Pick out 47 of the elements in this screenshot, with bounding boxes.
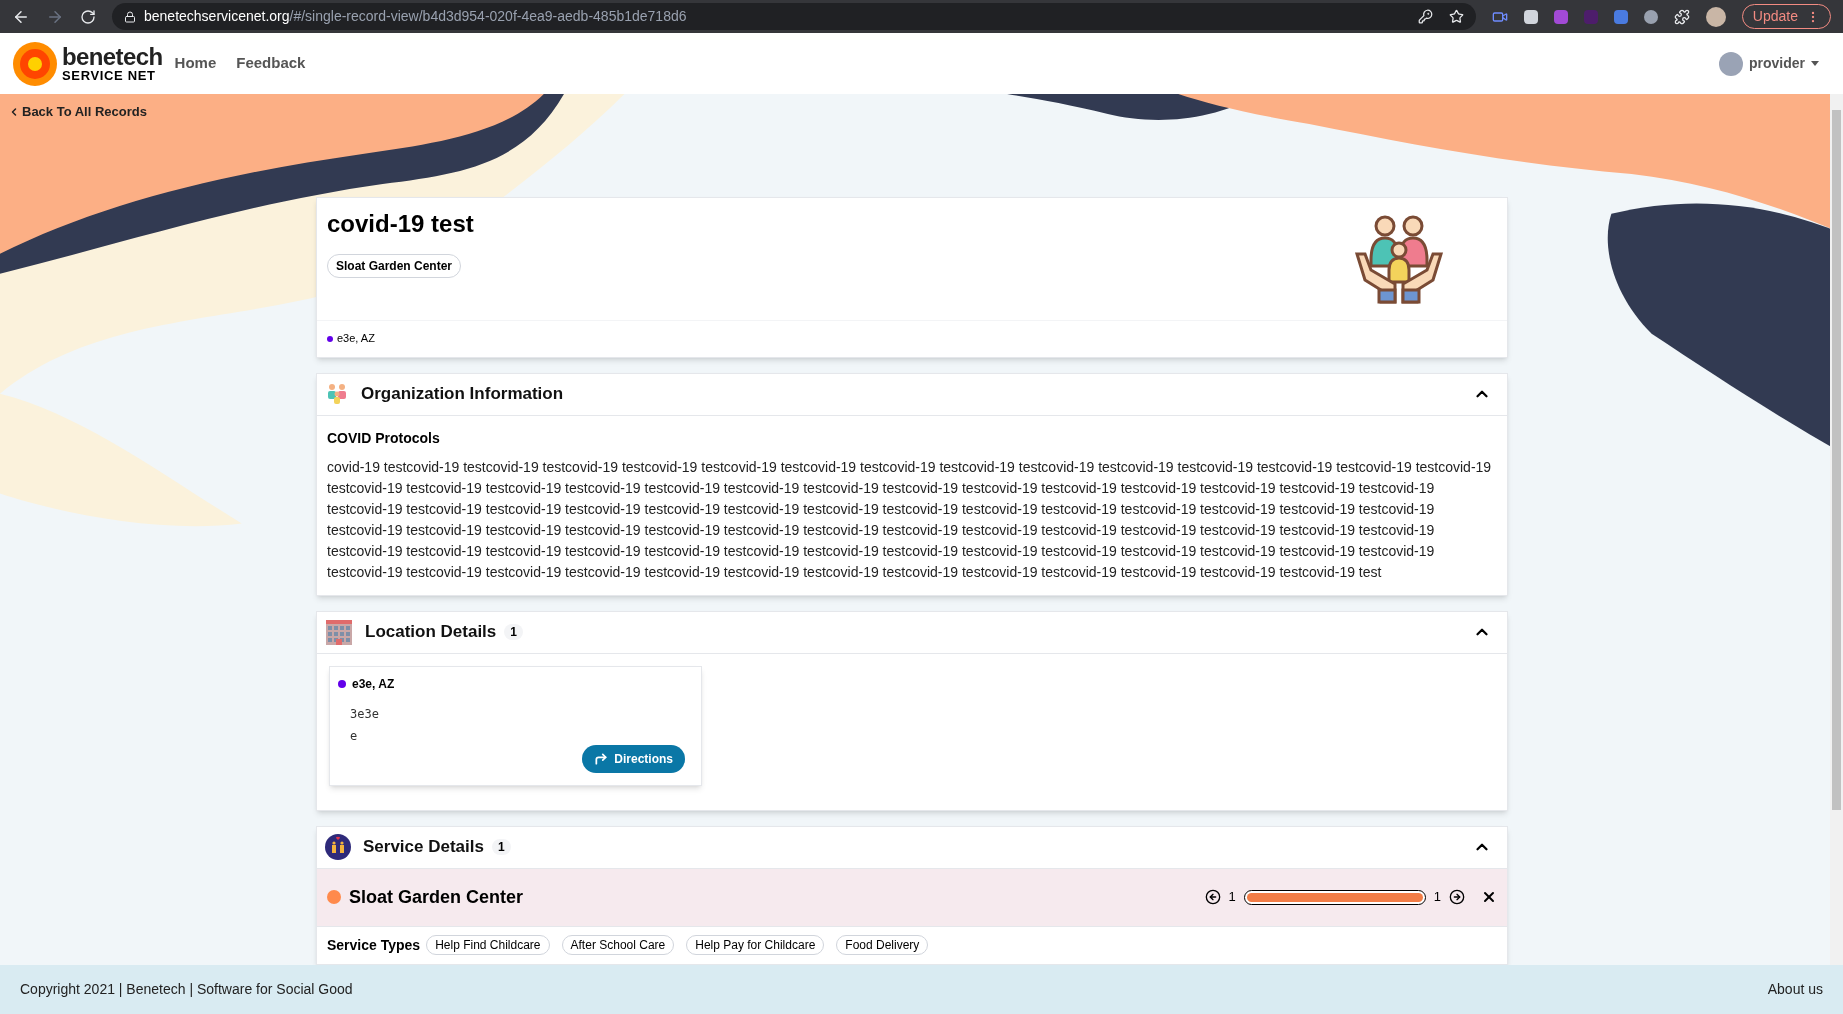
reload-icon[interactable] (80, 8, 96, 25)
location-name: e3e, AZ (352, 675, 395, 693)
caret-icon (1811, 61, 1819, 66)
address-line: e (350, 727, 359, 745)
service-name: Sloat Garden Center (349, 885, 524, 909)
about-link[interactable]: About us (1767, 979, 1823, 1000)
page-number: 1 (1228, 888, 1236, 907)
previous-icon[interactable] (1204, 889, 1221, 905)
field-label: Service Types (327, 935, 421, 955)
building-icon (325, 619, 353, 645)
close-icon[interactable] (1481, 889, 1497, 905)
nav-link[interactable]: Home (174, 52, 217, 75)
family-circle-icon (325, 834, 351, 860)
logo-icon (12, 40, 58, 87)
key-icon (1417, 9, 1433, 24)
copyright-text: Copyright 2021 | Benetech | Software for Social Good (20, 980, 353, 999)
logo-wordmark: benetech (62, 45, 163, 69)
directions-button[interactable]: Directions (582, 744, 685, 773)
page-total: 1 (1433, 888, 1441, 907)
people-group-icon (325, 382, 349, 406)
location-label: e3e, AZ (337, 331, 375, 347)
record-title: covid-19 test (327, 208, 474, 239)
url-path: /#/single-record-view/b4d3d954-020f-4ea9-aedb-485b1de718d6 (289, 7, 687, 26)
field-text: covid-19 testcovid-19 testcovid-19 testcovid-19 testcovid-19 testcovid-19 testcovid-19 testcovid-19 testcovid-19 testcovid-19 testcovid-19 testcovid-19 testcovid-19 testcovid-19 testcovid-19 testcovid-19 testcovid-19 testcovid-19 testcovid-19 testcovid-19 testcovid-19 testcovid-19 testcovid-19 testcovid-19 testcovid-19 testcovid-19 testcovid-19 testcovid-19 testcovid-19 testcovid-19 testcovid-19 testcovid-19 testcovid-19 testcovid-19 testcovid-19 testcovid-19 testcovid-19 testcovid-19 testcovid-19 testcovid-19 testcovid-19 testcovid-19 testcovid-19 testcovid-19 testcovid-19 testcovid-19 testcovid-19 testcovid-19 testcovid-19 testcovid-19 testcovid-19 testcovid-19 testcovid-19 testcovid-19 testcovid-19 testcovid-19 testcovid-19 testcovid-19 testcovid-19 testcovid-19 testcovid-19 testcovid-19 testcovid-19 testcovid-19 testcovid-19 testcovid-19 testcovid-19 testcovid-19 testcovid-19 testcovid-19 testcovid-19 testcovid-19 testcovid-19 testcovid-19 testcovid-19 testcovid-19 testcovid-19 testcovid-19 testcovid-19 testcovid-19 testcovid-19 testcovid-19 testcovid-19 testcovid-19 test (327, 457, 1493, 582)
address-bar[interactable]: benetechservicenet.org/#/single-record-view/b4d3d954-020f-4ea9-aedb-485b1de718d6 (112, 3, 1476, 30)
scrollbar[interactable] (1830, 94, 1843, 965)
url-host: benetechservicenet.org (144, 7, 290, 26)
nav-link[interactable]: Feedback (236, 52, 306, 75)
logo-subtitle: SERVICE NET (62, 69, 157, 82)
address-line: 3e3e (350, 705, 380, 723)
next-icon[interactable] (1449, 889, 1465, 905)
section-title: Service Details (363, 836, 484, 859)
extension-icon[interactable] (1523, 9, 1538, 24)
avatar-icon[interactable] (1705, 6, 1726, 27)
user-menu[interactable]: provider (1749, 53, 1805, 74)
extensions-icon[interactable] (1673, 8, 1690, 25)
count-badge: 1 (491, 839, 511, 855)
field-heading: COVID Protocols (327, 428, 441, 448)
count-badge: 1 (504, 624, 523, 640)
avatar-icon (1719, 51, 1743, 76)
directions-icon (594, 751, 609, 766)
section-title: Location Details (365, 621, 497, 644)
star-icon (1448, 9, 1464, 24)
back-link[interactable]: Back To All Records (8, 102, 147, 122)
section-title: Organization Information (361, 383, 564, 406)
extension-icon[interactable] (1643, 9, 1658, 24)
lock-icon (124, 10, 136, 23)
